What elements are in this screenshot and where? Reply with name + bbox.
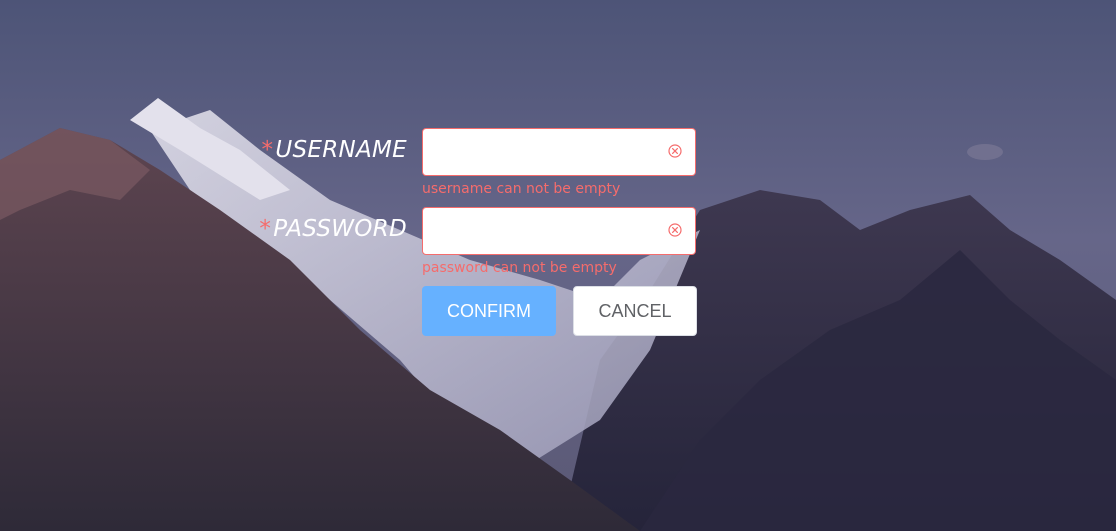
confirm-button[interactable]: CONFIRM — [422, 286, 556, 336]
username-error: username can not be empty — [422, 181, 621, 197]
circle-close-icon[interactable] — [668, 144, 682, 158]
password-label: *PASSWORD — [259, 216, 407, 242]
password-label-text: PASSWORD — [273, 216, 407, 242]
circle-close-icon[interactable] — [668, 223, 682, 237]
username-label-text: USERNAME — [275, 137, 407, 163]
login-form: *USERNAME username can not be empty *PAS… — [0, 0, 1116, 531]
password-error: password can not be empty — [422, 260, 617, 276]
cancel-button[interactable]: CANCEL — [573, 286, 697, 336]
password-input[interactable] — [423, 208, 681, 254]
username-input[interactable] — [423, 129, 681, 175]
password-field[interactable] — [422, 207, 696, 255]
username-field[interactable] — [422, 128, 696, 176]
required-asterisk: * — [261, 137, 274, 163]
username-label: *USERNAME — [262, 137, 407, 163]
required-asterisk: * — [259, 216, 272, 242]
